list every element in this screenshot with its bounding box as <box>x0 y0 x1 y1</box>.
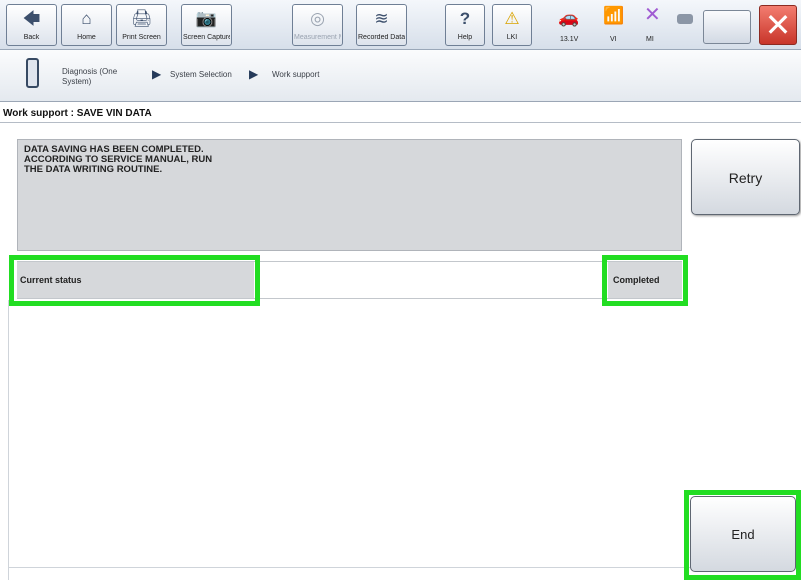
battery-icon <box>677 14 693 24</box>
back-icon: 🡄 <box>22 9 41 28</box>
home-button[interactable]: ⌂ Home <box>61 4 112 46</box>
retry-button[interactable]: Retry <box>691 139 800 215</box>
measurement-mode-icon: ◎ <box>310 9 325 28</box>
screen-capture-button[interactable]: 📷 Screen Capture <box>181 4 232 46</box>
mi-cross-icon: ✕ <box>644 4 661 26</box>
lki-button-label: LKI <box>506 34 518 41</box>
help-button[interactable]: ? Help <box>445 4 485 46</box>
divider <box>8 567 801 568</box>
car-icon: 🚗 <box>558 8 580 27</box>
consult-app-window: 🡄 Back ⌂ Home 🖨 Print Screen 📷 Screen Ca… <box>0 0 801 580</box>
close-icon: ✕ <box>764 7 792 43</box>
help-button-label: Help <box>457 34 473 41</box>
page-title: Work support : SAVE VIN DATA <box>3 108 152 119</box>
measurement-mode-button[interactable]: ◎ Measurement Mode <box>292 4 343 46</box>
toolbar: 🡄 Back ⌂ Home 🖨 Print Screen 📷 Screen Ca… <box>0 0 801 50</box>
recorded-data-button-label: Recorded Data <box>358 34 405 41</box>
measurement-mode-button-label: Measurement Mode <box>294 34 341 41</box>
back-button-label: Back <box>23 34 40 41</box>
recorded-data-icon: ≋ <box>374 9 389 28</box>
chevron-right-icon: ▶ <box>249 67 259 81</box>
highlight-current-status <box>9 255 260 306</box>
breadcrumb-item-system-selection[interactable]: System Selection <box>170 70 232 80</box>
screen-capture-icon: 📷 <box>195 9 218 28</box>
blank-button[interactable] <box>703 10 751 44</box>
warning-icon: ⚠ <box>504 9 520 28</box>
signal-icon: 📶 <box>603 6 625 25</box>
divider <box>8 300 9 580</box>
home-icon: ⌂ <box>81 9 92 28</box>
lki-button[interactable]: ⚠ LKI <box>492 4 532 46</box>
message-text: DATA SAVING HAS BEEN COMPLETED. ACCORDIN… <box>24 144 213 175</box>
print-screen-button[interactable]: 🖨 Print Screen <box>116 4 167 46</box>
device-icon <box>26 58 39 88</box>
divider <box>0 122 801 123</box>
close-button[interactable]: ✕ <box>759 5 797 45</box>
recorded-data-button[interactable]: ≋ Recorded Data <box>356 4 407 46</box>
help-icon: ? <box>459 9 471 28</box>
breadcrumb-item-work-support[interactable]: Work support <box>272 70 319 80</box>
back-button[interactable]: 🡄 Back <box>6 4 57 46</box>
highlight-end-button <box>684 490 801 580</box>
highlight-completed <box>602 255 688 306</box>
print-screen-button-label: Print Screen <box>122 34 161 41</box>
breadcrumb-item-diagnosis[interactable]: Diagnosis (One System) <box>62 67 142 87</box>
mi-label: MI <box>646 36 654 43</box>
voltage-readout: 13.1V <box>560 36 579 43</box>
vi-label: VI <box>610 36 617 43</box>
chevron-right-icon: ▶ <box>152 67 162 81</box>
home-button-label: Home <box>77 34 96 41</box>
breadcrumb: Diagnosis (One System) ▶ System Selectio… <box>0 50 801 102</box>
message-box: DATA SAVING HAS BEEN COMPLETED. ACCORDIN… <box>17 139 682 251</box>
screen-capture-button-label: Screen Capture <box>183 34 230 41</box>
print-screen-icon: 🖨 <box>130 9 153 28</box>
